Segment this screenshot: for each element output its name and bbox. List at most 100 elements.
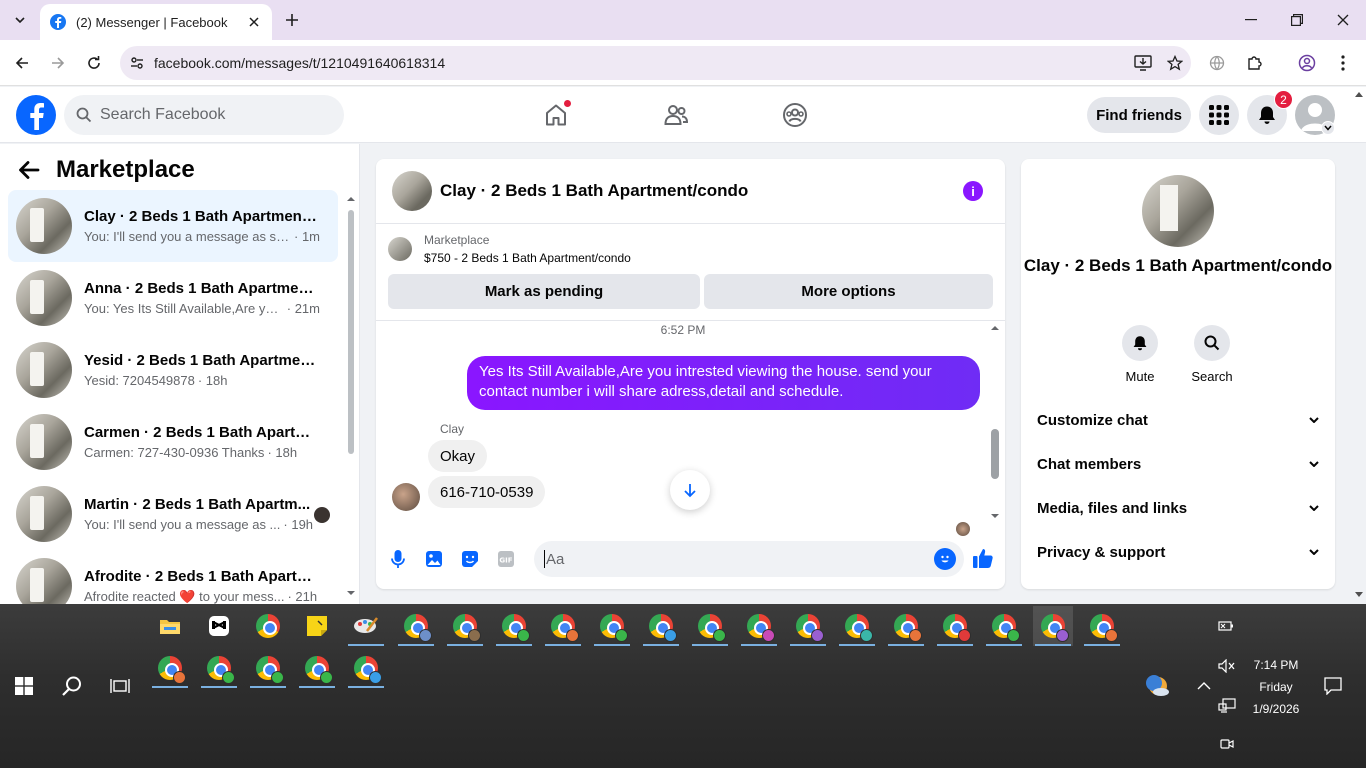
home-nav-icon[interactable]: [538, 97, 574, 133]
media-files-links-row[interactable]: Media, files and links: [1029, 488, 1327, 528]
sender-avatar[interactable]: [392, 483, 420, 511]
windows-start-icon[interactable]: [4, 666, 44, 706]
chrome-profile-window-icon[interactable]: [739, 606, 779, 646]
chrome-profile-window-icon[interactable]: [494, 606, 534, 646]
mark-as-pending-button[interactable]: Mark as pending: [388, 274, 700, 309]
bookmark-star-icon[interactable]: [1159, 47, 1191, 79]
chrome-profile-window-icon[interactable]: [984, 606, 1024, 646]
microphone-icon[interactable]: [386, 547, 410, 571]
back-arrow-icon[interactable]: [10, 51, 34, 75]
incoming-message[interactable]: 616-710-0539: [428, 476, 546, 508]
chrome-profile-window-icon[interactable]: [837, 606, 877, 646]
sticker-icon[interactable]: [458, 547, 482, 571]
install-app-icon[interactable]: [1127, 47, 1159, 79]
conversation-item-clay[interactable]: Clay · 2 Beds 1 Bath Apartment/... You: …: [8, 190, 338, 262]
file-explorer-icon[interactable]: [150, 606, 190, 646]
sidebar-header: Marketplace: [18, 156, 195, 184]
menu-grid-button[interactable]: [1199, 95, 1239, 135]
thumbs-up-like-icon[interactable]: [972, 547, 996, 571]
chat-title[interactable]: Clay · 2 Beds 1 Bath Apartment/condo: [440, 181, 748, 201]
listing-price-title[interactable]: $750 - 2 Beds 1 Bath Apartment/condo: [424, 251, 631, 265]
conversation-item-martin[interactable]: Martin · 2 Beds 1 Bath Apartm... You: I'…: [8, 478, 338, 550]
task-view-icon[interactable]: [100, 666, 140, 706]
chrome-profile-window-icon[interactable]: [543, 606, 583, 646]
restore-window-icon[interactable]: [1285, 8, 1309, 32]
emoji-icon[interactable]: [934, 548, 956, 570]
chrome-profile-window-icon[interactable]: [788, 606, 828, 646]
back-arrow-icon[interactable]: [18, 160, 40, 180]
info-icon[interactable]: i: [963, 181, 983, 201]
conversation-item-anna[interactable]: Anna · 2 Beds 1 Bath Apartment... You: Y…: [8, 262, 338, 334]
chrome-profile-window-icon[interactable]: [297, 648, 337, 688]
incoming-message[interactable]: Okay: [428, 440, 488, 472]
chrome-profile-window-icon[interactable]: [690, 606, 730, 646]
chrome-profile-window-icon[interactable]: [1082, 606, 1122, 646]
clock-day[interactable]: Friday: [1240, 680, 1312, 694]
page-scrollbar[interactable]: [1352, 87, 1366, 604]
scroll-to-bottom-arrow-icon[interactable]: [670, 470, 710, 510]
chrome-profile-window-icon[interactable]: [150, 648, 190, 688]
listing-thumbnail[interactable]: [388, 237, 412, 261]
forward-arrow-icon[interactable]: [46, 51, 70, 75]
chrome-profile-window-icon[interactable]: [445, 606, 485, 646]
extensions-puzzle-icon[interactable]: [1243, 51, 1267, 75]
customize-chat-row[interactable]: Customize chat: [1029, 400, 1327, 440]
chrome-profile-window-icon[interactable]: [248, 648, 288, 688]
conversation-item-carmen[interactable]: Carmen · 2 Beds 1 Bath Apartme... Carmen…: [8, 406, 338, 478]
message-timestamp: 6:52 PM: [660, 323, 706, 337]
outgoing-message[interactable]: Yes Its Still Available,Are you intreste…: [467, 356, 980, 410]
chrome-profile-window-icon[interactable]: [641, 606, 681, 646]
capcut-app-icon[interactable]: [199, 606, 239, 646]
chrome-profile-icon[interactable]: [1295, 51, 1319, 75]
sticky-notes-icon[interactable]: [297, 606, 337, 646]
facebook-logo-icon[interactable]: [16, 95, 56, 135]
find-friends-button[interactable]: Find friends: [1087, 97, 1191, 133]
gif-icon[interactable]: GIF: [494, 547, 518, 571]
paint-app-icon[interactable]: [346, 606, 386, 646]
search-action[interactable]: Search: [1182, 325, 1242, 384]
contact-avatar[interactable]: [1142, 175, 1214, 247]
conversation-item-afrodite[interactable]: Afrodite · 2 Beds 1 Bath Apartm... Afrod…: [8, 550, 338, 604]
chat-scrollbar[interactable]: [988, 325, 1002, 525]
address-bar[interactable]: facebook.com/messages/t/1210491640618314: [120, 46, 1191, 80]
account-chevron-down-icon[interactable]: [1321, 121, 1335, 135]
chrome-profile-window-icon[interactable]: [346, 648, 386, 688]
groups-nav-icon[interactable]: [777, 97, 813, 133]
action-center-notifications-icon[interactable]: [1313, 666, 1353, 706]
tab-close-icon[interactable]: [246, 14, 262, 30]
more-options-button[interactable]: More options: [704, 274, 993, 309]
chrome-profile-window-icon[interactable]: [935, 606, 975, 646]
friends-nav-icon[interactable]: [658, 97, 694, 133]
weather-moon-icon[interactable]: [1139, 666, 1179, 706]
windows-search-icon[interactable]: [52, 666, 92, 706]
browser-tab-messenger[interactable]: (2) Messenger | Facebook: [40, 4, 272, 40]
site-settings-icon[interactable]: [120, 46, 154, 80]
clock-date[interactable]: 1/9/2026: [1240, 702, 1312, 716]
reload-icon[interactable]: [82, 51, 106, 75]
tab-search-dropdown-icon[interactable]: [8, 8, 32, 32]
chrome-menu-icon[interactable]: [1331, 51, 1355, 75]
close-window-icon[interactable]: [1331, 8, 1355, 32]
chrome-profile-window-icon[interactable]: [592, 606, 632, 646]
photo-icon[interactable]: [422, 547, 446, 571]
battery-saver-icon[interactable]: [1207, 606, 1247, 646]
chrome-icon[interactable]: [248, 606, 288, 646]
chat-members-row[interactable]: Chat members: [1029, 444, 1327, 484]
privacy-support-row[interactable]: Privacy & support: [1029, 532, 1327, 572]
notifications-button[interactable]: 2: [1247, 90, 1293, 135]
sidebar-scrollbar[interactable]: [346, 196, 356, 596]
mute-action[interactable]: Mute: [1110, 325, 1170, 384]
chrome-profile-window-icon[interactable]: [886, 606, 926, 646]
new-tab-plus-icon[interactable]: [282, 10, 302, 30]
clock-time[interactable]: 7:14 PM: [1240, 658, 1312, 672]
facebook-search-box[interactable]: Search Facebook: [64, 95, 344, 135]
minimize-window-icon[interactable]: [1239, 8, 1263, 32]
chrome-profile-window-icon[interactable]: [396, 606, 436, 646]
conversation-item-yesid[interactable]: Yesid · 2 Beds 1 Bath Apartment... Yesid…: [8, 334, 338, 406]
chrome-active-window-icon[interactable]: [1033, 606, 1073, 646]
chat-avatar[interactable]: [392, 171, 432, 211]
meet-now-icon[interactable]: [1207, 724, 1247, 764]
chrome-profile-window-icon[interactable]: [199, 648, 239, 688]
translate-globe-icon[interactable]: [1205, 51, 1229, 75]
message-input[interactable]: Aa: [534, 541, 964, 577]
